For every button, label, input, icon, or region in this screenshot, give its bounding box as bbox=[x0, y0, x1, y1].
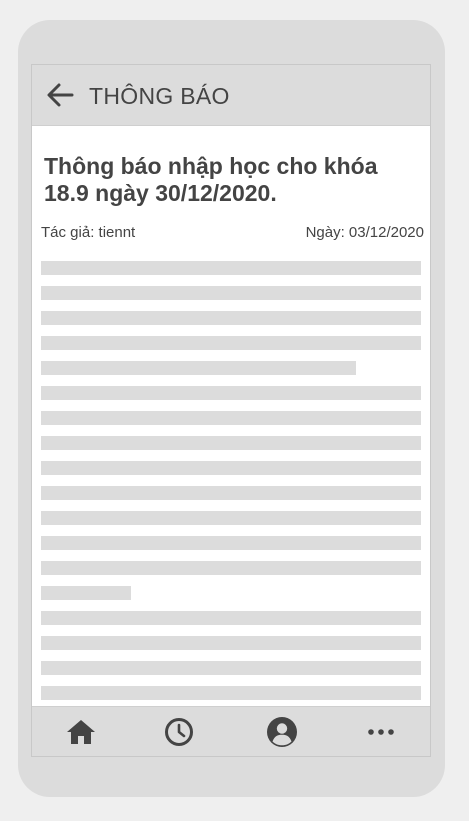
clock-icon bbox=[165, 718, 193, 746]
user-icon bbox=[267, 717, 297, 747]
text-placeholder-line bbox=[41, 336, 421, 350]
text-placeholder-line bbox=[41, 361, 356, 375]
text-placeholder-line bbox=[41, 586, 131, 600]
text-placeholder-line bbox=[41, 561, 421, 575]
article-author: Tác giả: tiennt bbox=[41, 224, 136, 241]
nav-profile-button[interactable] bbox=[266, 716, 298, 748]
text-placeholder-line bbox=[41, 511, 421, 525]
text-placeholder-line bbox=[41, 686, 421, 700]
text-placeholder-line bbox=[41, 461, 421, 475]
page-title: THÔNG BÁO bbox=[89, 83, 230, 109]
nav-history-button[interactable] bbox=[163, 716, 195, 748]
app-header: THÔNG BÁO bbox=[32, 65, 430, 126]
text-placeholder-line bbox=[41, 661, 421, 675]
text-placeholder-line bbox=[41, 486, 421, 500]
home-icon bbox=[67, 720, 95, 744]
arrow-left-icon bbox=[47, 83, 74, 107]
back-button[interactable] bbox=[44, 79, 76, 111]
text-placeholder-line bbox=[41, 436, 421, 450]
article-title: Thông báo nhập học cho khóa 18.9 ngày 30… bbox=[44, 153, 378, 206]
text-placeholder-line bbox=[41, 311, 421, 325]
text-placeholder-line bbox=[41, 286, 421, 300]
article-body bbox=[41, 261, 421, 711]
text-placeholder-line bbox=[41, 411, 421, 425]
text-placeholder-line bbox=[41, 611, 421, 625]
text-placeholder-line bbox=[41, 636, 421, 650]
text-placeholder-line bbox=[41, 261, 421, 275]
nav-more-button[interactable] bbox=[365, 716, 397, 748]
more-icon bbox=[368, 729, 394, 735]
text-placeholder-line bbox=[41, 536, 421, 550]
bottom-nav bbox=[32, 706, 430, 756]
article-date: Ngày: 03/12/2020 bbox=[305, 224, 424, 241]
nav-home-button[interactable] bbox=[65, 716, 97, 748]
app-screen: THÔNG BÁO Thông báo nhập học cho khóa 18… bbox=[31, 64, 431, 757]
text-placeholder-line bbox=[41, 386, 421, 400]
